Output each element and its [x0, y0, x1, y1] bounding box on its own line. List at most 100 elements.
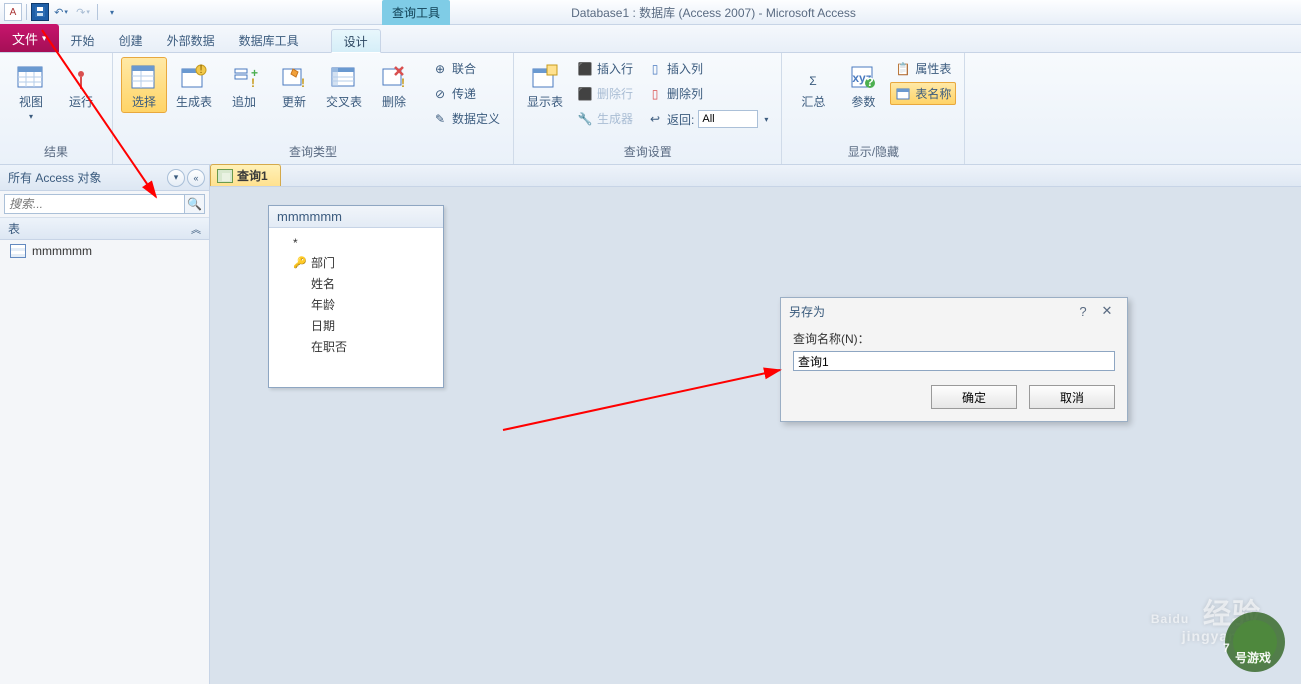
tab-database-tools[interactable]: 数据库工具: [227, 28, 311, 52]
delete-icon: !: [378, 61, 410, 93]
search-input[interactable]: [4, 194, 185, 214]
qat-customize-button[interactable]: ▾: [102, 3, 122, 21]
make-table-button[interactable]: ! 生成表: [171, 57, 217, 113]
document-tab[interactable]: 查询1: [210, 164, 281, 186]
svg-text:!: !: [401, 76, 405, 90]
field-item[interactable]: 在职否: [279, 336, 439, 357]
svg-text:!: !: [301, 76, 305, 90]
ribbon-tabs: 文件 开始 创建 外部数据 数据库工具 设计: [0, 25, 1301, 53]
search-icon[interactable]: 🔍: [185, 194, 205, 214]
property-sheet-button[interactable]: 📋属性表: [890, 57, 956, 80]
field-star[interactable]: *: [279, 234, 439, 252]
document-tab-bar: 查询1: [210, 165, 1301, 187]
field-item[interactable]: 日期: [279, 315, 439, 336]
insert-cols-button[interactable]: ▯插入列: [642, 57, 773, 80]
nav-filter-button[interactable]: ▾: [167, 169, 185, 187]
field-item[interactable]: 年龄: [279, 294, 439, 315]
tab-create[interactable]: 创建: [107, 28, 155, 52]
parameters-button[interactable]: xyz? 参数: [840, 57, 886, 113]
run-icon: [65, 61, 97, 93]
svg-text:?: ?: [867, 75, 874, 89]
nav-collapse-button[interactable]: «: [187, 169, 205, 187]
group-show-hide: Σ 汇总 xyz? 参数 📋属性表 表名称 显示/隐藏: [782, 53, 965, 164]
delete-col-icon: ▯: [647, 86, 663, 102]
datadef-icon: ✎: [432, 111, 448, 127]
svg-text:!: !: [251, 76, 255, 90]
make-table-icon: !: [178, 61, 210, 93]
contextual-tab-label: 查询工具: [382, 0, 450, 25]
table-names-button[interactable]: 表名称: [890, 82, 956, 105]
navigation-pane: 所有 Access 对象 ▾ « 🔍 表 ︽ mmmmmm: [0, 165, 210, 684]
crosstab-button[interactable]: 交叉表: [321, 57, 367, 113]
redo-button[interactable]: ↷▾: [73, 3, 93, 21]
params-icon: xyz?: [847, 61, 879, 93]
crosstab-icon: [328, 61, 360, 93]
dialog-title-bar[interactable]: 另存为 ? ✕: [781, 298, 1127, 324]
key-icon: 🔑: [293, 256, 305, 269]
data-definition-button[interactable]: ✎数据定义: [427, 107, 505, 130]
totals-icon: Σ: [797, 61, 829, 93]
group-results: 视图 ▾ 运行 结果: [0, 53, 113, 164]
tab-external-data[interactable]: 外部数据: [155, 28, 227, 52]
table-field-list[interactable]: mmmmmm * 🔑部门 姓名 年龄 日期 在职否: [268, 205, 444, 388]
document-area: 查询1 mmmmmm * 🔑部门 姓名 年龄 日期 在职否: [210, 165, 1301, 684]
ok-button[interactable]: 确定: [931, 385, 1017, 409]
svg-text:Σ: Σ: [810, 74, 817, 88]
run-button[interactable]: 运行: [58, 57, 104, 113]
group-query-setup: 显示表 ⬛插入行 ⬛删除行 🔧生成器 ▯插入列 ▯删除列 ↩返回:▾ 查询设置: [514, 53, 782, 164]
group-query-type: 选择 ! 生成表 +! 追加 ! 更新 交叉表 ! 删除: [113, 53, 514, 164]
return-row: ↩返回:▾: [642, 107, 773, 131]
nav-header[interactable]: 所有 Access 对象 ▾ «: [0, 165, 209, 191]
insert-rows-button[interactable]: ⬛插入行: [572, 57, 638, 80]
union-button[interactable]: ⊕联合: [427, 57, 505, 80]
nav-item-table[interactable]: mmmmmm: [0, 240, 209, 262]
show-table-icon: [529, 61, 561, 93]
delete-row-icon: ⬛: [577, 86, 593, 102]
ribbon: 视图 ▾ 运行 结果 选择 ! 生成表 +! 追加: [0, 53, 1301, 165]
table-icon: [10, 244, 26, 258]
close-icon[interactable]: ✕: [1095, 303, 1119, 319]
insert-row-icon: ⬛: [577, 61, 593, 77]
table-field-list-title: mmmmmm: [269, 206, 443, 228]
query-icon: [217, 169, 233, 183]
tablenames-icon: [895, 86, 911, 102]
update-icon: !: [278, 61, 310, 93]
window-title: Database1 : 数据库 (Access 2007) - Microsof…: [126, 4, 1301, 21]
title-bar: A ↶▾ ↷▾ ▾ 查询工具 Database1 : 数据库 (Access 2…: [0, 0, 1301, 25]
save-as-dialog: 另存为 ? ✕ 查询名称(N)： 确定 取消: [780, 297, 1128, 422]
delete-rows-button[interactable]: ⬛删除行: [572, 82, 638, 105]
update-button[interactable]: ! 更新: [271, 57, 317, 113]
help-button[interactable]: ?: [1071, 304, 1095, 319]
builder-button[interactable]: 🔧生成器: [572, 107, 638, 130]
select-query-button[interactable]: 选择: [121, 57, 167, 113]
passthrough-icon: ⊘: [432, 86, 448, 102]
file-tab[interactable]: 文件: [0, 24, 59, 52]
nav-search: 🔍: [0, 191, 209, 218]
delete-cols-button[interactable]: ▯删除列: [642, 82, 773, 105]
view-button[interactable]: 视图 ▾: [8, 57, 54, 125]
svg-text:!: !: [199, 63, 202, 76]
delete-query-button[interactable]: ! 删除: [371, 57, 417, 113]
tab-home[interactable]: 开始: [59, 28, 107, 52]
append-icon: +!: [228, 61, 260, 93]
field-item[interactable]: 姓名: [279, 273, 439, 294]
undo-button[interactable]: ↶▾: [51, 3, 71, 21]
field-item[interactable]: 🔑部门: [279, 252, 439, 273]
select-icon: [128, 61, 160, 93]
append-button[interactable]: +! 追加: [221, 57, 267, 113]
passthrough-button[interactable]: ⊘传递: [427, 82, 505, 105]
totals-button[interactable]: Σ 汇总: [790, 57, 836, 113]
dropdown-icon: ▾: [29, 112, 33, 121]
query-name-label: 查询名称(N)：: [793, 330, 1115, 347]
return-input[interactable]: [698, 110, 758, 128]
query-name-input[interactable]: [793, 351, 1115, 371]
union-icon: ⊕: [432, 61, 448, 77]
nav-category-tables[interactable]: 表 ︽: [0, 218, 209, 240]
tab-design[interactable]: 设计: [331, 29, 381, 53]
show-table-button[interactable]: 显示表: [522, 57, 568, 113]
save-icon[interactable]: [31, 3, 49, 21]
query-design-surface[interactable]: mmmmmm * 🔑部门 姓名 年龄 日期 在职否: [210, 187, 1301, 684]
collapse-icon: ︽: [191, 221, 201, 236]
cancel-button[interactable]: 取消: [1029, 385, 1115, 409]
app-icon[interactable]: A: [4, 3, 22, 21]
